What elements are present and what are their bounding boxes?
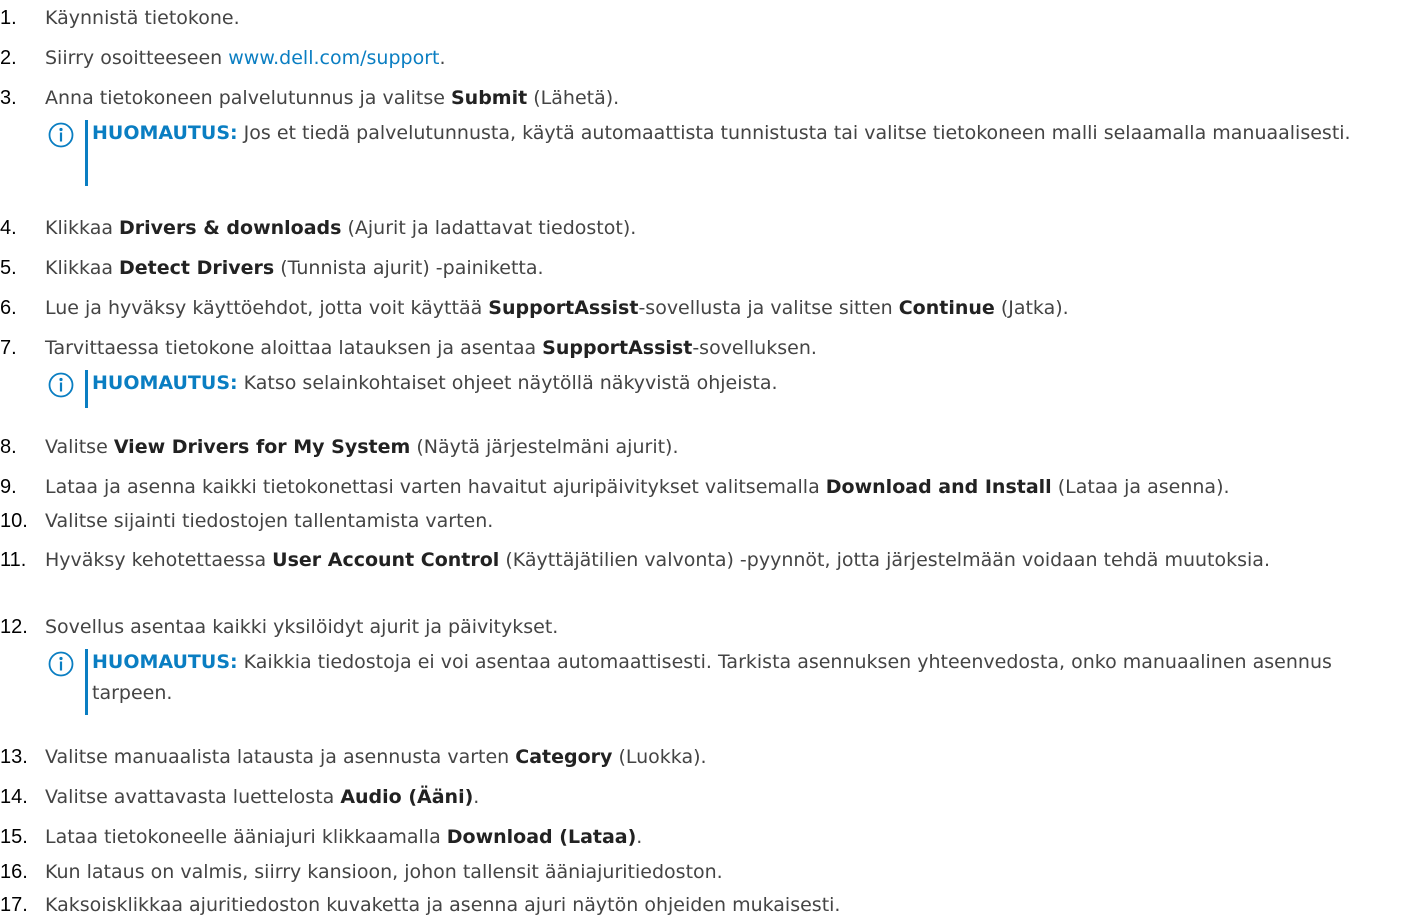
note-text: HUOMAUTUS: Jos et tiedä palvelutunnusta,… bbox=[92, 122, 1351, 144]
step-number: 2. bbox=[0, 47, 17, 69]
note-box: HUOMAUTUS: Kaikkia tiedostoja ei voi ase… bbox=[48, 647, 1398, 717]
step-number: 3. bbox=[0, 87, 17, 109]
step-number: 5. bbox=[0, 257, 17, 279]
step-text: Sovellus asentaa kaikki yksilöidyt ajuri… bbox=[45, 616, 559, 638]
info-icon bbox=[48, 372, 74, 398]
step-number: 11. bbox=[0, 549, 27, 571]
step-text: Siirry osoitteeseen www.dell.com/support… bbox=[45, 47, 446, 69]
step-number: 12. bbox=[0, 616, 28, 638]
step-number: 16. bbox=[0, 861, 28, 883]
step-number: 9. bbox=[0, 476, 17, 498]
step-text: Kun lataus on valmis, siirry kansioon, j… bbox=[45, 861, 723, 883]
step-text: Klikkaa Detect Drivers (Tunnista ajurit)… bbox=[45, 257, 544, 279]
step-text: Valitse avattavasta luettelosta Audio (Ä… bbox=[45, 786, 480, 808]
step-text: Valitse sijainti tiedostojen tallentamis… bbox=[45, 510, 494, 532]
step-text: Lataa ja asenna kaikki tietokonettasi va… bbox=[45, 476, 1230, 498]
step-number: 10. bbox=[0, 510, 28, 532]
step-text: Lue ja hyväksy käyttöehdot, jotta voit k… bbox=[45, 297, 1069, 319]
step-number: 1. bbox=[0, 7, 17, 29]
note-text: HUOMAUTUS: Kaikkia tiedostoja ei voi ase… bbox=[92, 651, 1332, 704]
step-number: 6. bbox=[0, 297, 17, 319]
step-text: Käynnistä tietokone. bbox=[45, 7, 240, 29]
step-text: Tarvittaessa tietokone aloittaa lataukse… bbox=[45, 337, 817, 359]
step-number: 8. bbox=[0, 436, 17, 458]
note-label: HUOMAUTUS: bbox=[92, 651, 238, 673]
info-icon bbox=[48, 122, 74, 148]
step-text: Lataa tietokoneelle ääniajuri klikkaamal… bbox=[45, 826, 643, 848]
step-text: Hyväksy kehotettaessa User Account Contr… bbox=[45, 549, 1270, 571]
note-label: HUOMAUTUS: bbox=[92, 372, 238, 394]
step-number: 15. bbox=[0, 826, 28, 848]
step-text: Anna tietokoneen palvelutunnus ja valits… bbox=[45, 87, 620, 109]
note-bar bbox=[85, 649, 88, 715]
note-box: HUOMAUTUS: Jos et tiedä palvelutunnusta,… bbox=[48, 118, 1398, 188]
step-number: 4. bbox=[0, 217, 17, 239]
step-text: Valitse manuaalista latausta ja asennust… bbox=[45, 746, 707, 768]
step-text: Valitse View Drivers for My System (Näyt… bbox=[45, 436, 679, 458]
note-bar bbox=[85, 120, 88, 186]
step-number: 7. bbox=[0, 337, 17, 359]
info-icon bbox=[48, 651, 74, 677]
note-bar bbox=[85, 370, 88, 408]
step-number: 14. bbox=[0, 786, 28, 808]
note-label: HUOMAUTUS: bbox=[92, 122, 238, 144]
step-text: Klikkaa Drivers & downloads (Ajurit ja l… bbox=[45, 217, 637, 239]
step-number: 13. bbox=[0, 746, 28, 768]
note-box: HUOMAUTUS: Katso selainkohtaiset ohjeet … bbox=[48, 368, 1398, 408]
note-text: HUOMAUTUS: Katso selainkohtaiset ohjeet … bbox=[92, 372, 778, 394]
support-link[interactable]: www.dell.com/support bbox=[228, 47, 439, 69]
